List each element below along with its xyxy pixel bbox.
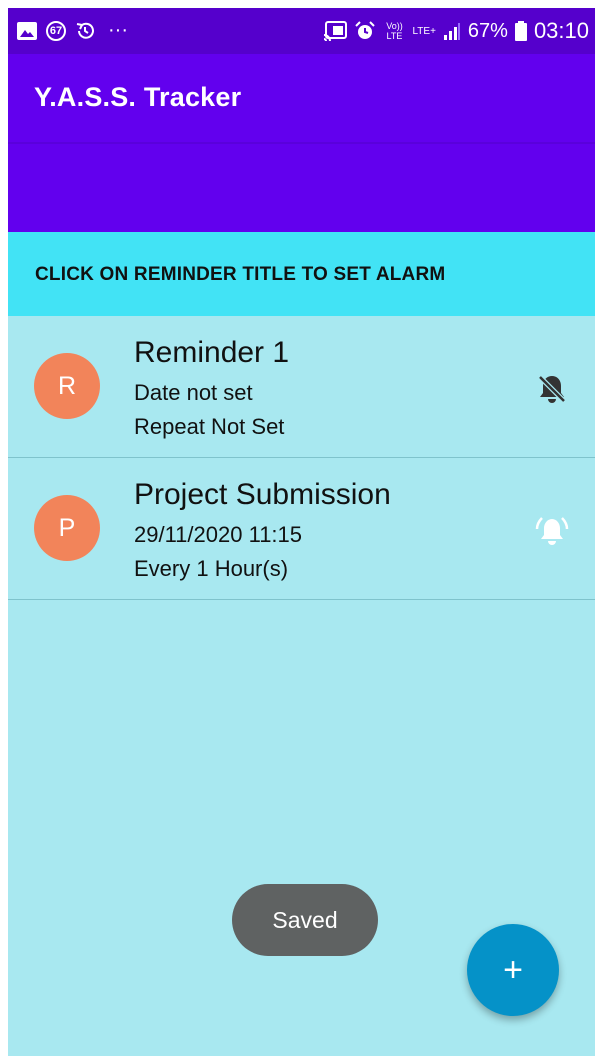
app-title: Y.A.S.S. Tracker: [34, 82, 242, 112]
status-bar-left: 67 ···: [16, 19, 128, 42]
signal-icon: [443, 22, 461, 40]
battery-percent: 67%: [467, 19, 508, 42]
app-bar-extension: [8, 142, 595, 232]
history-icon: [74, 20, 96, 42]
gallery-icon: [16, 21, 38, 41]
reminder-item[interactable]: P Project Submission 29/11/2020 11:15 Ev…: [8, 458, 595, 600]
plus-icon: +: [503, 951, 523, 989]
reminder-item[interactable]: R Reminder 1 Date not set Repeat Not Set: [8, 316, 595, 458]
status-bar: 67 ··· Vo)) LTE LTE+ 67% 03:10: [8, 8, 595, 54]
cast-icon: [323, 21, 348, 41]
app-screen: 67 ··· Vo)) LTE LTE+ 67% 03:10 Y.A.S.S. …: [8, 8, 595, 1056]
clock: 03:10: [533, 18, 589, 43]
lte-icon: LTE+: [412, 25, 436, 37]
more-dots: ···: [108, 19, 128, 41]
instruction-banner: CLICK ON REMINDER TITLE TO SET ALARM: [8, 232, 595, 316]
status-bar-right: Vo)) LTE LTE+ 67% 03:10: [323, 18, 589, 44]
reminder-repeat: Repeat Not Set: [134, 414, 285, 439]
reminder-date: Date not set: [134, 380, 253, 405]
reminder-title[interactable]: Project Submission: [134, 478, 391, 512]
notification-count-icon: 67: [46, 20, 66, 41]
saved-toast: Saved: [232, 884, 378, 956]
reminder-date: 29/11/2020 11:15: [134, 522, 303, 547]
bell-off-icon[interactable]: [535, 372, 569, 406]
avatar: P: [34, 495, 100, 561]
instruction-text: CLICK ON REMINDER TITLE TO SET ALARM: [35, 264, 446, 285]
reminder-title[interactable]: Reminder 1: [134, 336, 289, 370]
reminder-repeat: Every 1 Hour(s): [134, 556, 289, 581]
volte-icon: Vo)) LTE: [386, 21, 403, 41]
alarm-icon: [354, 20, 376, 42]
battery-icon: [514, 21, 527, 41]
app-bar: Y.A.S.S. Tracker: [8, 54, 595, 142]
reminder-list: R Reminder 1 Date not set Repeat Not Set…: [8, 316, 595, 600]
add-reminder-button[interactable]: +: [467, 924, 559, 1016]
bell-ringing-icon[interactable]: [535, 514, 569, 548]
avatar: R: [34, 353, 100, 419]
